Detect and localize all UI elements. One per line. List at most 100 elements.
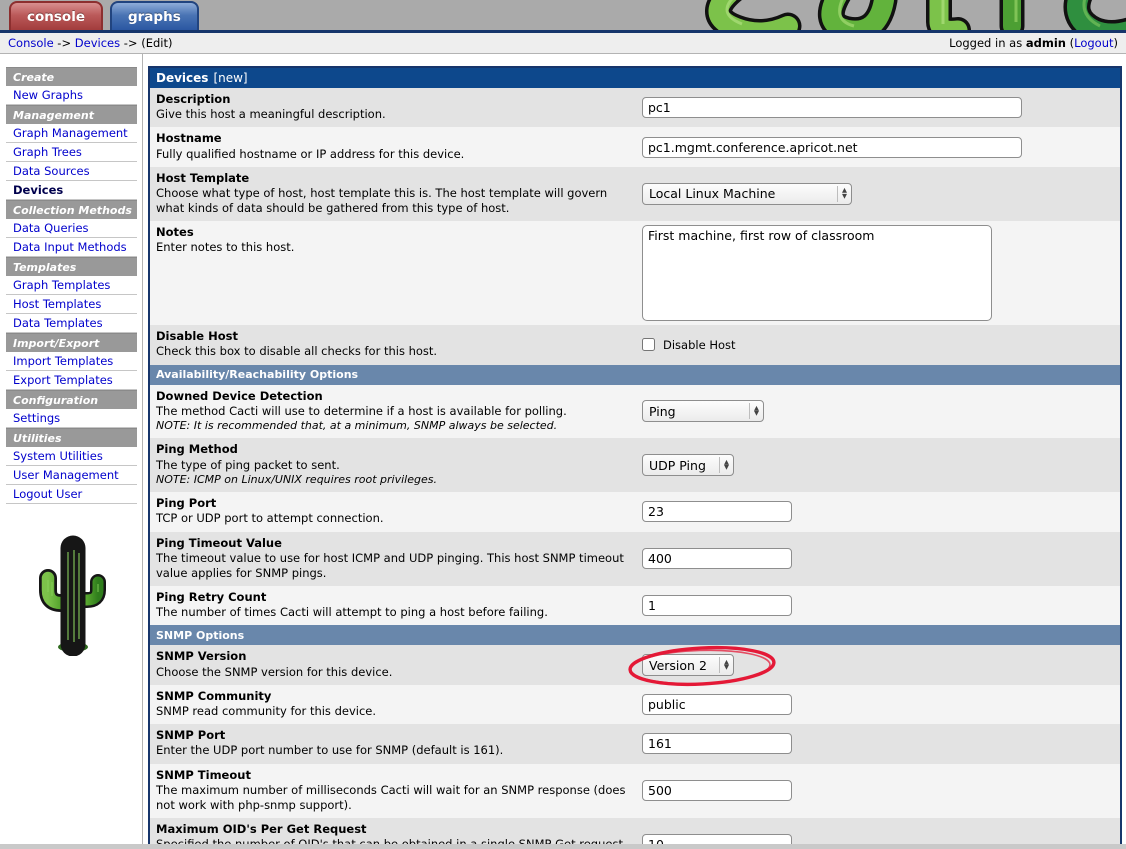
sidebar-menu: CreateNew GraphsManagementGraph Manageme… bbox=[6, 67, 142, 504]
sidebar-item-create: Create bbox=[6, 67, 137, 86]
field-control-cell bbox=[642, 127, 1120, 166]
select-spinner-icon: ▲▼ bbox=[719, 657, 733, 673]
field-control-cell: Local Linux Machine ▲▼ bbox=[642, 167, 1120, 222]
select-value: Ping bbox=[649, 404, 745, 419]
ping-retry-count-input[interactable] bbox=[642, 595, 792, 616]
ping-port-input[interactable] bbox=[642, 501, 792, 522]
field-label: SNMP Community bbox=[156, 689, 632, 704]
sidebar-item-data-queries[interactable]: Data Queries bbox=[6, 219, 137, 238]
field-label: Ping Timeout Value bbox=[156, 536, 632, 551]
section-header-availability-reachability-options: Availability/Reachability Options bbox=[150, 365, 1120, 385]
notes-textarea[interactable] bbox=[642, 225, 992, 321]
tab-console-label: console bbox=[27, 9, 85, 25]
field-description: The method Cacti will use to determine i… bbox=[156, 404, 632, 419]
field-description: SNMP read community for this device. bbox=[156, 704, 632, 719]
ping-timeout-value-input[interactable] bbox=[642, 548, 792, 569]
field-description: Fully qualified hostname or IP address f… bbox=[156, 147, 632, 162]
sidebar-item-graph-templates[interactable]: Graph Templates bbox=[6, 276, 137, 295]
select-value: Version 2 bbox=[649, 658, 715, 673]
form-rows: DescriptionGive this host a meaningful d… bbox=[150, 88, 1120, 849]
sidebar-item-collection-methods: Collection Methods bbox=[6, 200, 137, 219]
field-label-cell: Ping Timeout ValueThe timeout value to u… bbox=[150, 532, 642, 587]
login-username: admin bbox=[1026, 36, 1066, 50]
sidebar-item-import-templates[interactable]: Import Templates bbox=[6, 352, 137, 371]
main-panel: Devices [new] DescriptionGive this host … bbox=[143, 54, 1126, 849]
downed-device-detection-select-wrap: Ping ▲▼ bbox=[642, 400, 764, 422]
top-banner: console graphs bbox=[0, 0, 1126, 33]
field-description: The type of ping packet to sent. bbox=[156, 458, 632, 473]
select-value: Local Linux Machine bbox=[649, 186, 833, 201]
device-form: Devices [new] DescriptionGive this host … bbox=[148, 66, 1122, 849]
sidebar-item-logout-user[interactable]: Logout User bbox=[6, 485, 137, 504]
section-header-snmp-options: SNMP Options bbox=[150, 625, 1120, 645]
sidebar-item-data-input-methods[interactable]: Data Input Methods bbox=[6, 238, 137, 257]
form-row-snmp-timeout: SNMP TimeoutThe maximum number of millis… bbox=[150, 764, 1120, 819]
breadcrumb-edit: (Edit) bbox=[141, 36, 172, 50]
field-label-cell: Disable HostCheck this box to disable al… bbox=[150, 325, 642, 364]
host-template-select[interactable]: Local Linux Machine ▲▼ bbox=[642, 183, 852, 205]
field-label: Description bbox=[156, 92, 632, 107]
snmp-version-select[interactable]: Version 2 ▲▼ bbox=[642, 654, 734, 676]
field-label: Maximum OID's Per Get Request bbox=[156, 822, 632, 837]
snmp-timeout-input[interactable] bbox=[642, 780, 792, 801]
form-row-description: DescriptionGive this host a meaningful d… bbox=[150, 88, 1120, 127]
sidebar-item-graph-trees[interactable]: Graph Trees bbox=[6, 143, 137, 162]
logout-link[interactable]: Logout bbox=[1074, 36, 1113, 50]
field-note: NOTE: ICMP on Linux/UNIX requires root p… bbox=[156, 473, 632, 488]
form-row-snmp-community: SNMP CommunitySNMP read community for th… bbox=[150, 685, 1120, 724]
field-label: Ping Method bbox=[156, 442, 632, 457]
field-label: Host Template bbox=[156, 171, 632, 186]
select-spinner-icon: ▲▼ bbox=[719, 457, 733, 473]
field-label: Hostname bbox=[156, 131, 632, 146]
sidebar-item-export-templates[interactable]: Export Templates bbox=[6, 371, 137, 390]
cactus-logo bbox=[26, 534, 118, 656]
field-label: SNMP Port bbox=[156, 728, 632, 743]
disable-host-checkbox[interactable] bbox=[642, 338, 655, 351]
breadcrumb-console[interactable]: Console bbox=[8, 36, 54, 50]
form-row-disable-host: Disable HostCheck this box to disable al… bbox=[150, 325, 1120, 364]
ping-method-select[interactable]: UDP Ping ▲▼ bbox=[642, 454, 734, 476]
form-row-snmp-version: SNMP VersionChoose the SNMP version for … bbox=[150, 645, 1120, 684]
sidebar-item-settings[interactable]: Settings bbox=[6, 409, 137, 428]
field-label-cell: SNMP PortEnter the UDP port number to us… bbox=[150, 724, 642, 763]
tab-console[interactable]: console bbox=[9, 1, 103, 30]
cactus-logo-wrap bbox=[6, 534, 137, 656]
bottom-strip bbox=[0, 844, 1126, 849]
snmp-community-input[interactable] bbox=[642, 694, 792, 715]
downed-device-detection-select[interactable]: Ping ▲▼ bbox=[642, 400, 764, 422]
snmp-port-input[interactable] bbox=[642, 733, 792, 754]
select-value: UDP Ping bbox=[649, 458, 715, 473]
field-description: The timeout value to use for host ICMP a… bbox=[156, 551, 632, 581]
sidebar-item-system-utilities[interactable]: System Utilities bbox=[6, 447, 137, 466]
select-spinner-icon: ▲▼ bbox=[749, 403, 763, 419]
host-template-select-wrap: Local Linux Machine ▲▼ bbox=[642, 183, 852, 205]
breadcrumb: Console -> Devices -> (Edit) bbox=[8, 36, 172, 50]
form-row-ping-port: Ping PortTCP or UDP port to attempt conn… bbox=[150, 492, 1120, 531]
field-control-cell bbox=[642, 685, 1120, 724]
field-description: Give this host a meaningful description. bbox=[156, 107, 632, 122]
sidebar-item-graph-management[interactable]: Graph Management bbox=[6, 124, 137, 143]
sidebar-item-management: Management bbox=[6, 105, 137, 124]
sidebar-item-configuration: Configuration bbox=[6, 390, 137, 409]
sidebar-item-host-templates[interactable]: Host Templates bbox=[6, 295, 137, 314]
sidebar-item-devices[interactable]: Devices bbox=[6, 181, 137, 200]
sidebar-item-templates: Templates bbox=[6, 257, 137, 276]
form-title-suffix: [new] bbox=[213, 71, 247, 85]
field-control-cell bbox=[642, 221, 1120, 325]
sidebar-item-new-graphs[interactable]: New Graphs bbox=[6, 86, 137, 105]
field-control-cell: Disable Host bbox=[642, 325, 1120, 364]
sidebar-item-data-templates[interactable]: Data Templates bbox=[6, 314, 137, 333]
form-title: Devices bbox=[156, 71, 208, 85]
breadcrumb-separator: -> bbox=[120, 36, 141, 50]
form-row-snmp-port: SNMP PortEnter the UDP port number to us… bbox=[150, 724, 1120, 763]
select-spinner-icon: ▲▼ bbox=[837, 186, 851, 202]
tab-graphs[interactable]: graphs bbox=[110, 1, 199, 30]
sidebar-item-user-management[interactable]: User Management bbox=[6, 466, 137, 485]
breadcrumb-devices[interactable]: Devices bbox=[75, 36, 120, 50]
login-status: Logged in as admin (Logout) bbox=[949, 36, 1118, 50]
description-input[interactable] bbox=[642, 97, 1022, 118]
hostname-input[interactable] bbox=[642, 137, 1022, 158]
sidebar-item-data-sources[interactable]: Data Sources bbox=[6, 162, 137, 181]
field-label: Ping Port bbox=[156, 496, 632, 511]
form-row-downed-device-detection: Downed Device DetectionThe method Cacti … bbox=[150, 385, 1120, 439]
